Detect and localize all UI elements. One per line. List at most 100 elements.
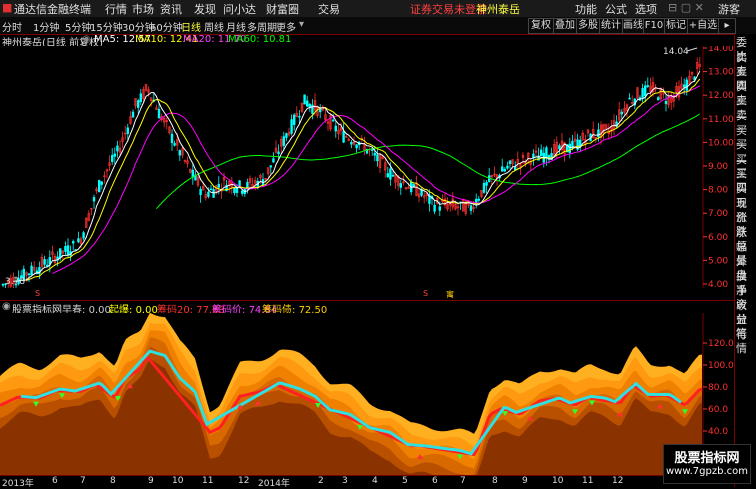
candle-body bbox=[72, 241, 75, 244]
period-daily[interactable]: 日线 bbox=[181, 19, 201, 34]
candle-body bbox=[77, 238, 80, 243]
menu-gongneng[interactable]: 功能 bbox=[575, 1, 597, 17]
menu-faxian[interactable]: 发现 bbox=[194, 1, 216, 17]
candle-body bbox=[646, 85, 650, 87]
stats-button[interactable]: 统计 bbox=[599, 18, 623, 34]
candle-body bbox=[373, 153, 376, 156]
candle-body bbox=[272, 158, 275, 163]
candle-body bbox=[433, 205, 436, 212]
candle-body bbox=[212, 189, 215, 198]
candle-body bbox=[58, 248, 62, 259]
date-tick-label: 7 bbox=[80, 476, 86, 486]
candle-body bbox=[209, 188, 213, 191]
indicator-tick-label: 40.0 bbox=[708, 427, 728, 437]
candle-body bbox=[482, 182, 486, 193]
date-tick-label: 2013年 bbox=[2, 479, 34, 489]
date-tick-label: 11 bbox=[202, 476, 214, 486]
window-controls[interactable]: ⊟ ▢ ✕ bbox=[668, 1, 704, 14]
candle-body bbox=[277, 151, 280, 155]
menu-jiaoyi[interactable]: 交易 bbox=[318, 1, 340, 17]
mark-button[interactable]: 标记 bbox=[664, 18, 688, 34]
candle-body bbox=[126, 127, 130, 134]
add-watchlist-button[interactable]: +自选 bbox=[687, 18, 719, 34]
candle-body bbox=[355, 144, 358, 149]
candle-body bbox=[485, 182, 488, 186]
event-mark-row: S S 寓 bbox=[0, 289, 734, 299]
candle-body bbox=[235, 187, 239, 193]
date-tick-label: 8 bbox=[110, 476, 116, 486]
candle-body bbox=[113, 153, 117, 157]
collapse-icon[interactable]: ▸ bbox=[718, 18, 736, 34]
indicator-select-icon[interactable]: ◉ bbox=[82, 34, 91, 45]
period-60min[interactable]: 60分钟 bbox=[150, 19, 183, 34]
candle-body bbox=[508, 160, 512, 164]
period-1min[interactable]: 1分钟 bbox=[33, 19, 59, 34]
period-weekly[interactable]: 周线 bbox=[204, 19, 224, 34]
candle-body bbox=[178, 150, 181, 156]
period-monthly[interactable]: 月线 bbox=[226, 19, 246, 34]
menu-hangqing[interactable]: 行情 bbox=[105, 1, 127, 17]
indicator-tick-label: 60.0 bbox=[708, 405, 728, 415]
candle-body bbox=[82, 232, 85, 239]
period-15min[interactable]: 15分钟 bbox=[90, 19, 123, 34]
candle-body bbox=[597, 129, 600, 138]
candle-body bbox=[391, 174, 395, 177]
kline-chart[interactable]: 14.00 13.00 12.00 11.00 10.00 9.00 8.00 7.00 6.0… bbox=[0, 46, 734, 288]
date-tick-label: 12 bbox=[238, 476, 250, 486]
candle-body bbox=[269, 165, 272, 168]
price-tick-label: 7.00 bbox=[708, 209, 728, 219]
event-mark[interactable]: S bbox=[423, 289, 428, 298]
date-tick-label: 5 bbox=[402, 476, 408, 486]
ma60-legend: MA60: 10.81 bbox=[228, 34, 292, 45]
menu-gongshi[interactable]: 公式 bbox=[605, 1, 627, 17]
indicator-chart[interactable]: 120.0100.080.060.040.020.0 bbox=[0, 313, 734, 475]
menu-wenxiaoda[interactable]: 问小达 bbox=[223, 1, 256, 17]
candle-body bbox=[116, 145, 119, 152]
candle-body bbox=[100, 181, 104, 185]
candle-body bbox=[620, 111, 624, 115]
candle-body bbox=[311, 104, 314, 114]
fuquan-button[interactable]: 复权 bbox=[528, 18, 554, 34]
period-5min[interactable]: 5分钟 bbox=[65, 19, 91, 34]
indicator-icon[interactable]: ◉ bbox=[2, 301, 11, 312]
indicator-tick-label: 80.0 bbox=[708, 383, 728, 393]
overlay-button[interactable]: 叠加 bbox=[553, 18, 577, 34]
date-tick-label: 7 bbox=[460, 476, 466, 486]
candle-body bbox=[558, 145, 561, 150]
candle-body bbox=[412, 184, 415, 187]
draw-button[interactable]: 画线 bbox=[622, 18, 644, 34]
menu-xuanxiang[interactable]: 选项 bbox=[635, 1, 657, 17]
period-more[interactable]: 更多 bbox=[276, 19, 296, 34]
event-mark[interactable]: S bbox=[35, 289, 40, 298]
candle-body bbox=[370, 149, 374, 151]
candle-body bbox=[111, 155, 114, 162]
multi-stock-button[interactable]: 多股 bbox=[576, 18, 600, 34]
period-multi[interactable]: 多周期 bbox=[247, 19, 277, 34]
date-tick-label: 6 bbox=[52, 476, 58, 486]
date-tick-label: 6 bbox=[432, 476, 438, 486]
indicator-header: ◉ 股票指标网 早春: 0.00 起爆: 0.00 筹码20: 77.63 筹码… bbox=[0, 300, 734, 316]
date-tick-label: 9 bbox=[522, 476, 528, 486]
app-name: 通达信金融终端 bbox=[14, 3, 91, 16]
price-tick-label: 6.00 bbox=[708, 233, 728, 243]
f10-button[interactable]: F10 bbox=[643, 18, 665, 34]
candle-body bbox=[131, 111, 135, 118]
menu-shichang[interactable]: 市场 bbox=[132, 1, 154, 17]
title-bar: ■ 通达信金融终端 行情 市场 资讯 发现 问小达 财富圈 交易 证券交易未登录… bbox=[0, 0, 756, 18]
menu-caifuquan[interactable]: 财富圈 bbox=[266, 1, 299, 17]
date-tick-label: 12 bbox=[612, 476, 624, 486]
period-fenshi[interactable]: 分时 bbox=[2, 19, 22, 34]
date-tick-label: 4 bbox=[372, 476, 378, 486]
side-panel-item[interactable]: 行情 bbox=[736, 328, 756, 356]
candle-body bbox=[568, 143, 572, 153]
event-mark[interactable]: 寓 bbox=[446, 289, 454, 300]
menu-zixun[interactable]: 资讯 bbox=[160, 1, 182, 17]
low-price-label: 3.78 bbox=[5, 277, 25, 287]
guest-label[interactable]: 游客 bbox=[718, 1, 740, 17]
candle-body bbox=[285, 133, 288, 138]
period-toolbar: 分时 1分钟 5分钟 15分钟 30分钟 60分钟 日线 周线 月线 多周期 更… bbox=[0, 17, 756, 35]
chevron-down-icon[interactable]: ▾ bbox=[299, 19, 304, 30]
candle-body bbox=[503, 168, 506, 172]
candle-body bbox=[30, 265, 33, 276]
candle-body bbox=[438, 206, 441, 211]
